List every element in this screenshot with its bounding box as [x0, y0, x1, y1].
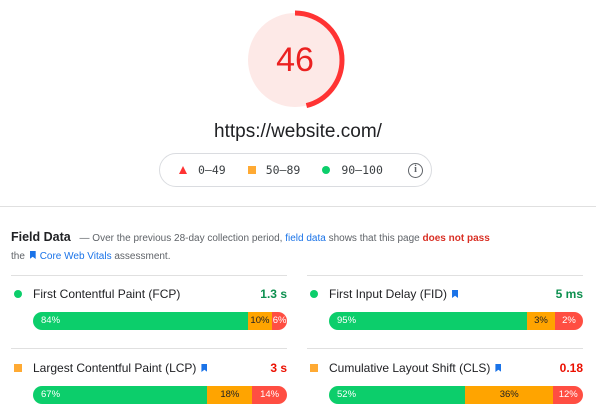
- legend-average: 50–89: [247, 163, 301, 177]
- legend-fail: 0–49: [179, 163, 226, 177]
- fast-segment: 84%: [33, 312, 248, 330]
- legend-pass: 90–100: [322, 163, 383, 177]
- slow-segment: 12%: [553, 386, 583, 404]
- slow-segment: 2%: [555, 312, 583, 330]
- info-icon[interactable]: i: [408, 162, 423, 178]
- average-segment: 3%: [527, 312, 555, 330]
- field-data-text-3: the: [11, 251, 25, 262]
- metric-name: Largest Contentful Paint (LCP): [33, 361, 211, 375]
- bookmark-icon: [29, 251, 36, 259]
- slow-segment: 14%: [252, 386, 287, 404]
- field-data-title: Field Data: [11, 230, 71, 244]
- field-data-link[interactable]: field data: [285, 233, 326, 244]
- metric-fid: First Input Delay (FID) 5 ms 95% 3% 2%: [307, 281, 583, 331]
- metric-name: First Contentful Paint (FCP): [33, 287, 181, 301]
- bookmark-icon: [452, 290, 459, 298]
- average-square-icon: [310, 364, 318, 372]
- slow-segment: 6%: [272, 312, 287, 330]
- core-web-vitals-link[interactable]: Core Web Vitals: [40, 251, 112, 262]
- metric-name-text: Cumulative Layout Shift (CLS): [329, 361, 491, 375]
- metric-fcp: First Contentful Paint (FCP) 1.3 s 84% 1…: [11, 281, 287, 331]
- row-separator: [307, 348, 583, 349]
- metric-value: 1.3 s: [260, 287, 287, 301]
- field-data-text-1: — Over the previous 28-day collection pe…: [79, 233, 283, 244]
- score-value: 46: [276, 41, 314, 79]
- bookmark-icon: [495, 364, 502, 372]
- metric-value: 3 s: [270, 361, 287, 375]
- pass-circle-icon: [14, 290, 22, 298]
- metric-cls: Cumulative Layout Shift (CLS) 0.18 52% 3…: [307, 355, 583, 405]
- page-url: https://website.com/: [214, 121, 382, 142]
- fast-segment: 67%: [33, 386, 208, 404]
- average-segment: 10%: [247, 312, 273, 330]
- metric-name-text: First Input Delay (FID): [329, 287, 448, 301]
- metric-lcp: Largest Contentful Paint (LCP) 3 s 67% 1…: [11, 355, 287, 405]
- distribution-bar: 95% 3% 2%: [329, 312, 583, 330]
- row-separator: [11, 275, 287, 276]
- performance-score-gauge: 46: [245, 10, 345, 110]
- row-separator: [307, 275, 583, 276]
- distribution-bar: 84% 10% 6%: [33, 312, 287, 330]
- metric-name-text: Largest Contentful Paint (LCP): [33, 361, 197, 375]
- average-segment: 18%: [207, 386, 253, 404]
- legend-pass-label: 90–100: [341, 163, 383, 177]
- metric-value: 5 ms: [555, 287, 583, 301]
- section-divider: [0, 206, 596, 207]
- row-separator: [11, 348, 287, 349]
- field-data-text-2: shows that this page: [328, 233, 420, 244]
- bookmark-icon: [201, 364, 208, 372]
- fast-segment: 52%: [329, 386, 465, 404]
- field-data-text-4: assessment.: [114, 251, 171, 262]
- distribution-bar: 52% 36% 12%: [329, 386, 583, 404]
- score-legend: 0–49 50–89 90–100 i: [159, 153, 432, 187]
- average-square-icon: [14, 364, 22, 372]
- fail-triangle-icon: [179, 166, 187, 174]
- fast-segment: 95%: [329, 312, 527, 330]
- field-data-verdict: does not pass: [422, 233, 490, 244]
- pass-circle-icon: [322, 166, 331, 174]
- legend-average-label: 50–89: [265, 163, 301, 177]
- metric-value: 0.18: [559, 361, 583, 375]
- average-segment: 36%: [464, 386, 554, 404]
- pass-circle-icon: [310, 290, 318, 298]
- average-square-icon: [247, 166, 256, 174]
- metric-name: Cumulative Layout Shift (CLS): [329, 361, 505, 375]
- legend-fail-label: 0–49: [198, 163, 226, 177]
- field-data-header: Field Data — Over the previous 28-day co…: [11, 230, 490, 244]
- metric-name: First Input Delay (FID): [329, 287, 462, 301]
- distribution-bar: 67% 18% 14%: [33, 386, 287, 404]
- field-data-subline: the Core Web Vitals assessment.: [11, 251, 171, 262]
